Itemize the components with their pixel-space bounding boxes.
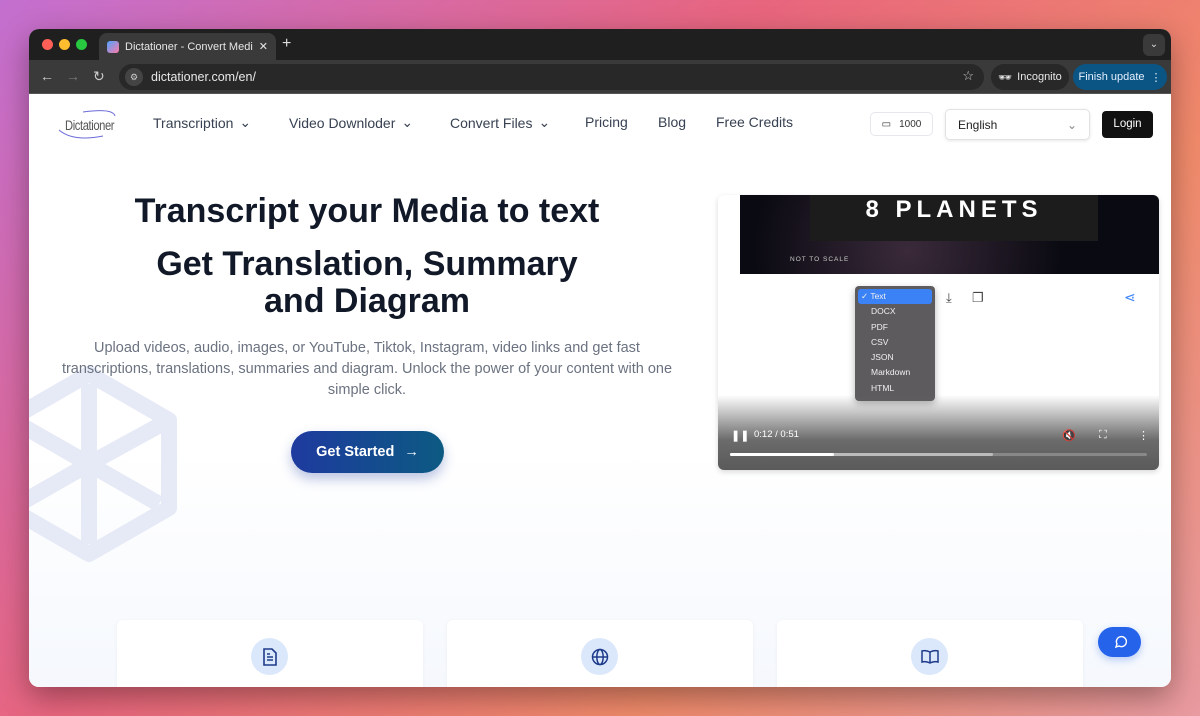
- login-button[interactable]: Login: [1102, 111, 1153, 138]
- chevron-down-icon: ⌄: [538, 114, 551, 130]
- logo[interactable]: Dictationer: [53, 108, 123, 140]
- back-button[interactable]: ←: [40, 68, 54, 84]
- url-bar[interactable]: ⚙ dictationer.com/en/ ☆: [119, 64, 984, 90]
- finish-update-button[interactable]: Finish update ⋮: [1073, 64, 1167, 90]
- language-select[interactable]: English ⌄: [945, 109, 1090, 140]
- incognito-indicator[interactable]: 🕶 Incognito: [991, 64, 1069, 90]
- video-frame: 8 PLANETS NOT TO SCALE: [740, 195, 1159, 274]
- nav-label: Transcription: [153, 114, 234, 131]
- feature-card: [777, 620, 1083, 687]
- nav-label: Blog: [658, 114, 687, 130]
- video-title-card: 8 PLANETS: [810, 195, 1098, 241]
- book-icon: [911, 638, 948, 675]
- favicon-icon: [107, 40, 119, 53]
- nav-label: Pricing: [585, 114, 628, 130]
- nav-free-credits[interactable]: Free Credits: [716, 114, 793, 130]
- nav-video-downloader[interactable]: Video Downloder ⌄: [289, 114, 413, 131]
- video-player[interactable]: 8 PLANETS NOT TO SCALE ⤓ ❐ ⋖ ✓ Text DOCX P…: [718, 195, 1159, 470]
- format-option-pdf[interactable]: PDF: [858, 320, 932, 335]
- format-option-json[interactable]: JSON: [858, 350, 932, 365]
- browser-window: Dictationer - Convert Media & Video ✕ + …: [29, 29, 1171, 687]
- format-option-csv[interactable]: CSV: [858, 335, 932, 350]
- fullscreen-icon[interactable]: ⛶: [1099, 429, 1107, 442]
- globe-icon: [581, 638, 618, 675]
- kebab-menu-icon: ⋮: [1150, 71, 1162, 84]
- new-tab-button[interactable]: +: [282, 35, 291, 53]
- chevron-down-icon: ⌄: [401, 114, 414, 130]
- tab-search-button[interactable]: ⌄: [1143, 34, 1165, 56]
- language-value: English: [958, 117, 998, 132]
- get-started-button[interactable]: Get Started →: [291, 431, 444, 473]
- site-settings-icon[interactable]: ⚙: [125, 68, 143, 86]
- bookmark-star-icon[interactable]: ☆: [962, 68, 974, 84]
- logo-text: Dictationer: [65, 117, 115, 133]
- incognito-icon: 🕶: [998, 71, 1013, 84]
- maximize-window-button[interactable]: [76, 39, 87, 50]
- video-progress-bar[interactable]: [730, 453, 1147, 456]
- chevron-down-icon: ⌄: [1066, 117, 1077, 132]
- web-page: Dictationer Transcription ⌄ Video Downlod…: [29, 94, 1171, 687]
- chevron-down-icon: ⌄: [239, 114, 252, 130]
- cta-label: Get Started: [316, 444, 395, 460]
- nav-transcription[interactable]: Transcription ⌄: [153, 114, 251, 131]
- copy-icon[interactable]: ❐: [972, 290, 984, 306]
- feature-card: [117, 620, 423, 687]
- close-window-button[interactable]: [42, 39, 53, 50]
- nav-label: Video Downloder: [289, 114, 396, 131]
- more-options-icon[interactable]: ⋮: [1138, 429, 1149, 442]
- document-icon: [251, 638, 288, 675]
- nav-blog[interactable]: Blog: [658, 114, 686, 130]
- format-option-text[interactable]: ✓ Text: [858, 289, 932, 305]
- format-option-markdown[interactable]: Markdown: [858, 365, 932, 380]
- video-caption: NOT TO SCALE: [790, 256, 850, 263]
- url-text: dictationer.com/en/: [151, 70, 256, 84]
- finish-update-label: Finish update: [1078, 71, 1145, 83]
- feature-card: [447, 620, 753, 687]
- nav-pricing[interactable]: Pricing: [585, 114, 628, 130]
- nav-label: Convert Files: [450, 114, 533, 131]
- chat-button[interactable]: [1098, 627, 1141, 657]
- credits-count: 1000: [899, 118, 922, 130]
- credit-card-icon: ▭: [881, 118, 892, 130]
- minimize-window-button[interactable]: [59, 39, 70, 50]
- format-option-html[interactable]: HTML: [858, 381, 932, 396]
- download-icon[interactable]: ⤓: [946, 290, 952, 306]
- arrow-right-icon: →: [404, 444, 419, 460]
- chat-bubble-icon: [1114, 635, 1127, 649]
- video-controls: ❚❚ 0:12 / 0:51 🔇 ⛶ ⋮: [718, 395, 1159, 470]
- muted-icon[interactable]: 🔇: [1062, 429, 1076, 442]
- forward-button[interactable]: →: [66, 68, 80, 84]
- share-icon[interactable]: ⋖: [1124, 289, 1136, 306]
- played-bar: [730, 453, 835, 456]
- incognito-label: Incognito: [1017, 71, 1062, 83]
- nav-convert-files[interactable]: Convert Files ⌄: [450, 114, 550, 131]
- tab-title: Dictationer - Convert Media & Video: [125, 40, 253, 53]
- hero-title: Transcript your Media to text: [134, 192, 600, 230]
- credits-badge[interactable]: ▭ 1000: [870, 112, 933, 136]
- format-option-docx[interactable]: DOCX: [858, 304, 932, 319]
- close-tab-icon[interactable]: ✕: [259, 40, 268, 53]
- hero-description: Upload videos, audio, images, or YouTube…: [61, 340, 673, 398]
- browser-tab[interactable]: Dictationer - Convert Media & Video ✕: [99, 33, 276, 60]
- hero-subtitle: Get Translation, Summary and Diagram: [156, 245, 578, 320]
- tab-bar: Dictationer - Convert Media & Video ✕ + …: [29, 29, 1171, 60]
- nav-label: Free Credits: [716, 114, 794, 130]
- format-dropdown-menu: ✓ Text DOCX PDF CSV JSON Markdown HTML: [855, 286, 935, 401]
- video-time: 0:12 / 0:51: [754, 429, 799, 440]
- address-bar-row: ← → ↻ ⚙ dictationer.com/en/ ☆ 🕶 Incognit…: [29, 60, 1171, 94]
- reload-button[interactable]: ↻: [93, 68, 105, 85]
- pause-icon[interactable]: ❚❚: [731, 429, 749, 442]
